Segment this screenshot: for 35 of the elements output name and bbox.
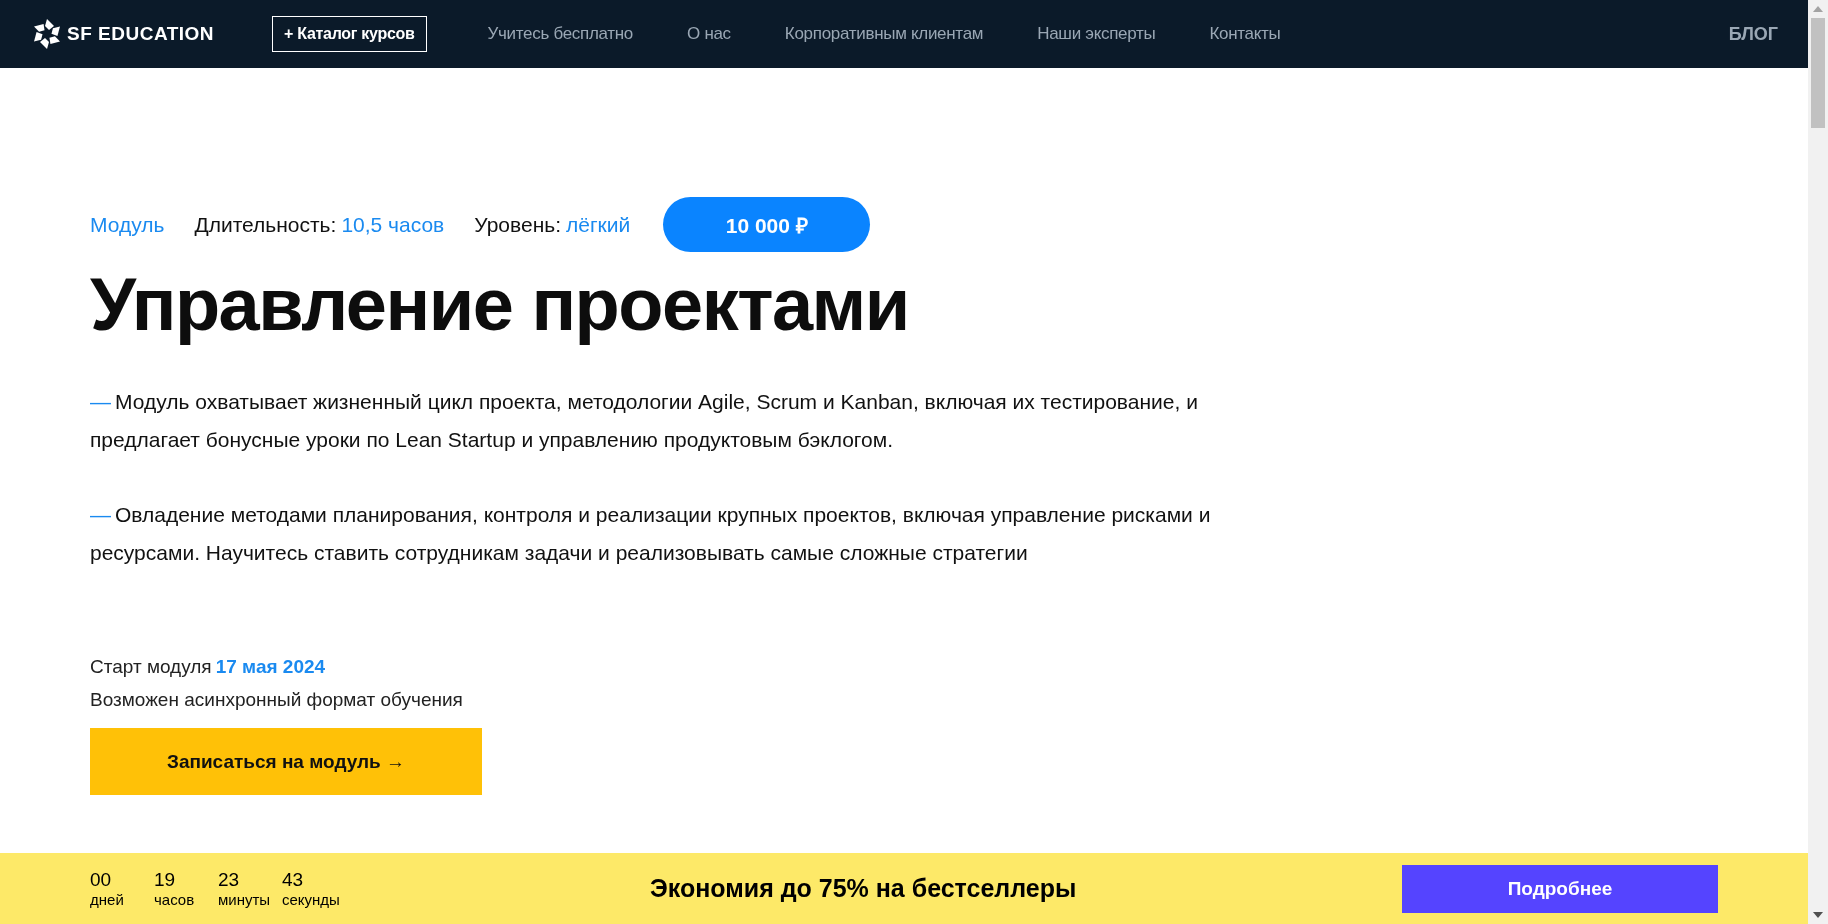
price-button[interactable]: 10 000 ₽	[663, 197, 871, 252]
start-label: Старт модуля	[90, 656, 212, 678]
page-title: Управление проектами	[90, 264, 910, 346]
nav-link[interactable]: Корпоративным клиентам	[784, 24, 984, 44]
scroll-up-icon[interactable]	[1813, 6, 1823, 12]
format-note: Возможен асинхронный формат обучения	[90, 689, 463, 711]
duration-value: 10,5 часов	[341, 212, 445, 237]
more-button[interactable]: Подробнее	[1402, 864, 1718, 913]
scroll-down-icon[interactable]	[1813, 912, 1823, 918]
description-paragraph: — Овладение методами планирования, контроля и реализации крупных проектов, включая управление рисками и ресурсами. Научитесь ставить сотрудникам задачи и реализовывать самые сложные стратегии	[90, 502, 1212, 567]
logo-text[interactable]: SF EDUCATION	[67, 23, 215, 45]
enroll-button[interactable]: Записаться на модуль →	[90, 728, 482, 796]
nav-link[interactable]: Контакты	[1209, 24, 1281, 44]
scroll-thumb[interactable]	[1811, 18, 1825, 128]
course-type: Модуль	[90, 212, 165, 237]
duration-label: Длительность:	[194, 212, 337, 237]
blog-link[interactable]: БЛОГ	[1728, 23, 1778, 45]
level-label: Уровень:	[474, 212, 561, 237]
timer-value: 43	[282, 869, 305, 891]
timer-unit: дней	[90, 891, 125, 908]
timer-unit: минуты	[218, 891, 272, 908]
level-value: лёгкий	[566, 212, 631, 237]
description-paragraph: — Модуль охватывает жизненный цикл проекта, методологии Agile, Scrum и Kanban, включая их тестирование, и предлагает бонусные уроки по Lean Startup и управлению продуктовым бэклогом.	[90, 389, 1199, 454]
nav-link[interactable]: О нас	[687, 24, 731, 44]
timer-value: 23	[218, 869, 241, 891]
timer-value: 19	[154, 869, 177, 891]
scrollbar[interactable]	[1808, 0, 1828, 924]
timer-value: 00	[90, 869, 113, 891]
timer-unit: часов	[154, 891, 196, 908]
promo-text: Экономия до 75% на бестселлеры	[650, 874, 1078, 903]
timer-unit: секунды	[282, 891, 340, 908]
catalog-button[interactable]: + Каталог курсов	[272, 16, 427, 52]
nav-link[interactable]: Наши эксперты	[1037, 24, 1156, 44]
start-date: 17 мая 2024	[215, 656, 326, 678]
nav-link[interactable]: Учитесь бесплатно	[487, 24, 634, 44]
